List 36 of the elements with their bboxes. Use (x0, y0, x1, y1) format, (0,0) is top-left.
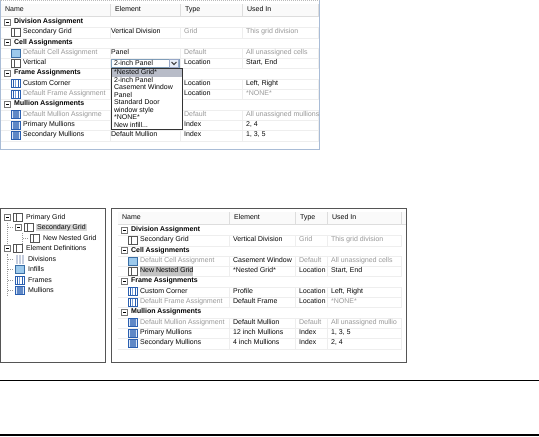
mullion-icon (128, 328, 138, 338)
collapse-icon[interactable] (4, 18, 11, 26)
collapse-icon[interactable] (4, 214, 11, 221)
frame-icon (128, 287, 138, 296)
infill-icon (15, 265, 25, 274)
collapse-icon[interactable] (4, 245, 11, 252)
frame-icon (128, 298, 138, 307)
grid-icon (13, 212, 23, 222)
infill-icon (11, 48, 21, 58)
grid-icon (24, 223, 34, 232)
mullion-icon (128, 318, 138, 328)
mullion-icon (15, 286, 25, 296)
grid-icon (30, 234, 40, 243)
frame-icon (11, 90, 21, 99)
mullion-icon (128, 338, 138, 348)
collapse-icon[interactable] (121, 278, 128, 286)
collapse-icon[interactable] (121, 247, 128, 254)
frame-icon (11, 79, 21, 88)
collapse-icon[interactable] (4, 39, 11, 46)
infill-icon (128, 256, 138, 266)
grid-icon (128, 236, 138, 245)
caret-icon[interactable] (169, 58, 179, 68)
grid-icon (128, 266, 138, 276)
collapse-icon[interactable] (121, 226, 128, 234)
mullion-icon (11, 130, 21, 140)
collapse-icon[interactable] (15, 224, 22, 232)
collapse-icon[interactable] (4, 101, 11, 108)
collapse-icon[interactable] (4, 70, 11, 78)
grid-icon (11, 28, 21, 37)
mullion-icon (11, 110, 21, 120)
collapse-icon[interactable] (121, 309, 128, 316)
grid-icon (11, 58, 21, 68)
frame-icon (15, 276, 25, 285)
division-icon (15, 254, 25, 264)
mullion-icon (11, 120, 21, 130)
grid-icon (13, 244, 23, 254)
